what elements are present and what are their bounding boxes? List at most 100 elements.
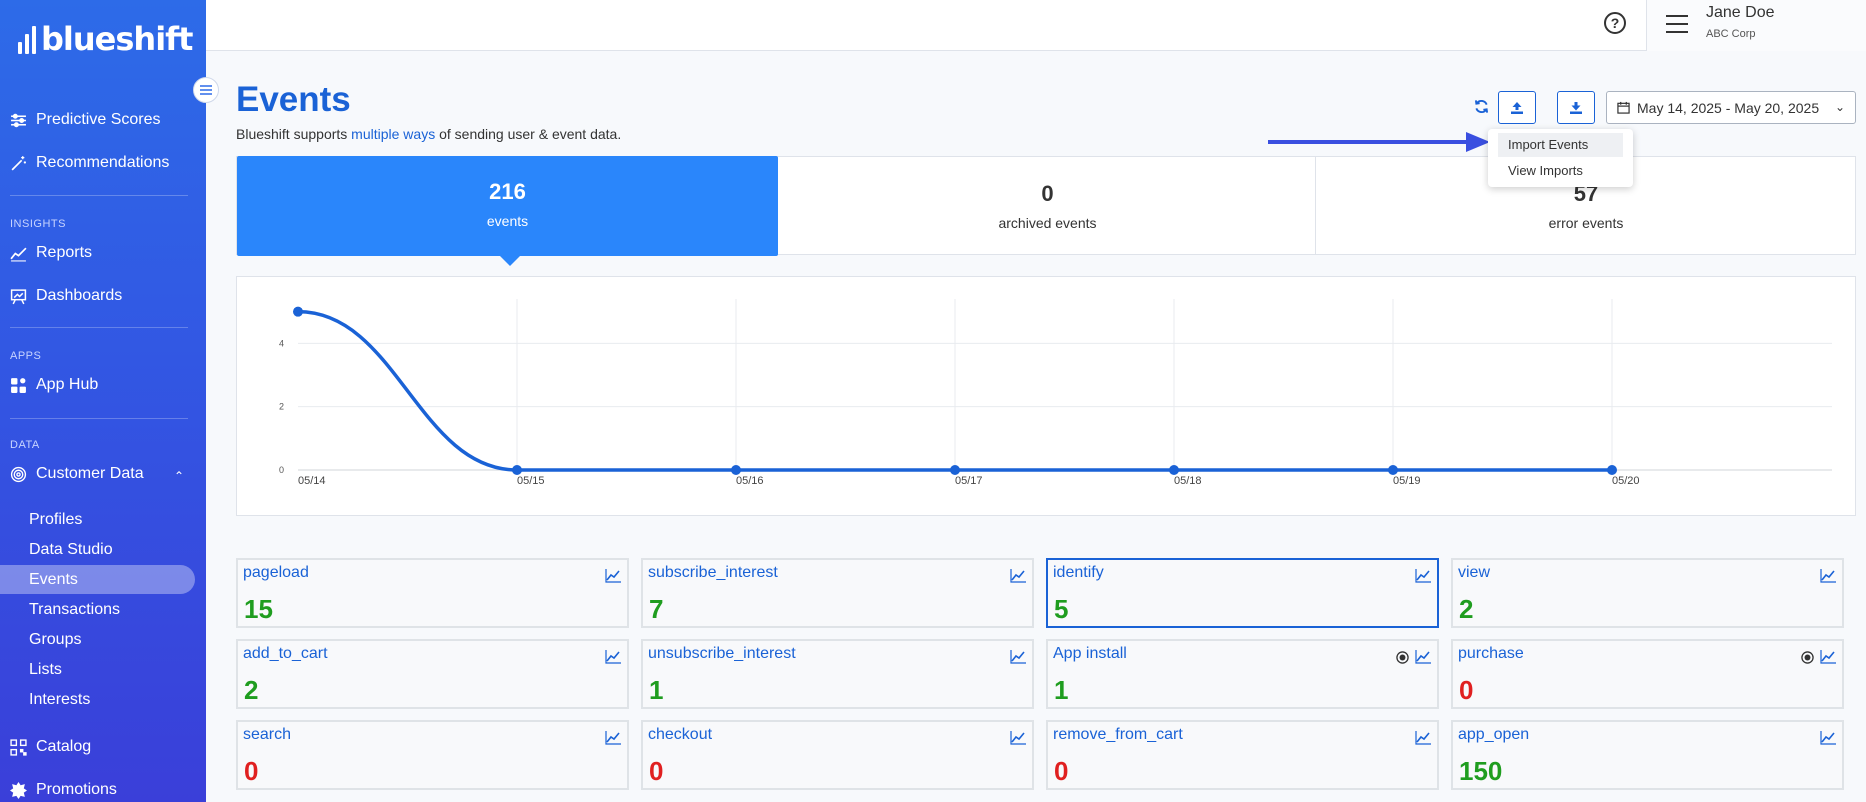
date-range-text: May 14, 2025 - May 20, 2025 xyxy=(1637,99,1820,116)
target-icon[interactable] xyxy=(1801,651,1814,669)
event-count: 2 xyxy=(244,675,259,705)
trend-chart-icon[interactable] xyxy=(1010,650,1026,664)
trend-chart-icon[interactable] xyxy=(605,650,621,664)
section-label-apps: APPS xyxy=(10,350,42,362)
upload-dropdown-menu: Import Events View Imports xyxy=(1488,129,1633,187)
event-name[interactable]: view xyxy=(1458,564,1490,582)
event-card[interactable]: identify 5 xyxy=(1046,558,1439,628)
event-card[interactable]: add_to_cart 2 xyxy=(236,639,629,709)
page-title: Events xyxy=(236,80,351,119)
event-count: 0 xyxy=(649,756,664,786)
event-name[interactable]: App install xyxy=(1053,645,1127,663)
trend-chart-icon[interactable] xyxy=(1010,569,1026,583)
blueshift-logo[interactable]: blueshift xyxy=(18,20,193,58)
trend-chart-icon[interactable] xyxy=(1415,569,1431,583)
page-description: Blueshift supports multiple ways of send… xyxy=(236,126,621,142)
sidebar-item-events[interactable]: Events xyxy=(0,565,195,594)
event-name[interactable]: pageload xyxy=(243,564,309,582)
menu-item-view-imports[interactable]: View Imports xyxy=(1498,159,1623,183)
stat-events[interactable]: 216 events xyxy=(237,156,778,256)
help-icon[interactable]: ? xyxy=(1604,12,1626,34)
divider xyxy=(1315,156,1316,255)
trend-chart-icon[interactable] xyxy=(1820,731,1836,745)
event-count: 15 xyxy=(244,594,273,624)
multiple-ways-link[interactable]: multiple ways xyxy=(351,126,435,142)
event-name[interactable]: checkout xyxy=(648,726,712,744)
sidebar-item-catalog[interactable]: Catalog xyxy=(10,738,91,756)
hamburger-menu-icon[interactable] xyxy=(1666,15,1688,39)
trend-chart-icon[interactable] xyxy=(1820,569,1836,583)
trend-chart-icon[interactable] xyxy=(1415,731,1431,745)
refresh-icon[interactable] xyxy=(1474,99,1489,114)
x-tick-label: 05/19 xyxy=(1393,475,1421,487)
sidebar-item-app-hub[interactable]: App Hub xyxy=(10,376,98,394)
sidebar-item-reports[interactable]: Reports xyxy=(10,244,92,262)
divider xyxy=(10,195,188,196)
sidebar-item-predictive-scores[interactable]: Predictive Scores xyxy=(10,111,161,129)
sidebar-item-recommendations[interactable]: Recommendations xyxy=(10,154,169,172)
stat-archived-events[interactable]: 0 archived events xyxy=(778,157,1317,256)
description-text: Blueshift supports xyxy=(236,126,352,142)
menu-item-import-events[interactable]: Import Events xyxy=(1498,133,1623,157)
event-card[interactable]: view 2 xyxy=(1451,558,1844,628)
active-stat-pointer xyxy=(499,255,521,266)
event-count: 0 xyxy=(1459,675,1474,705)
chevron-down-icon: ⌄ xyxy=(1834,100,1845,114)
event-card[interactable]: checkout 0 xyxy=(641,720,1034,790)
event-card[interactable]: purchase 0 xyxy=(1451,639,1844,709)
target-icon[interactable] xyxy=(1396,651,1409,669)
trend-chart-icon[interactable] xyxy=(605,731,621,745)
upload-button[interactable] xyxy=(1498,91,1536,124)
sidebar-item-customer-data[interactable]: Customer Data xyxy=(10,465,144,483)
event-card[interactable]: unsubscribe_interest 1 xyxy=(641,639,1034,709)
sidebar-item-data-studio[interactable]: Data Studio xyxy=(18,535,195,564)
event-count: 0 xyxy=(1054,756,1069,786)
app-grid-icon xyxy=(11,377,26,393)
section-label-insights: INSIGHTS xyxy=(10,218,66,230)
presentation-board-icon xyxy=(10,288,27,304)
event-card[interactable]: subscribe_interest 7 xyxy=(641,558,1034,628)
event-card[interactable]: search 0 xyxy=(236,720,629,790)
event-name[interactable]: add_to_cart xyxy=(243,645,328,663)
event-card[interactable]: App install 1 xyxy=(1046,639,1439,709)
sidebar-item-lists[interactable]: Lists xyxy=(18,655,195,684)
event-card[interactable]: remove_from_cart 0 xyxy=(1046,720,1439,790)
stat-value: 216 xyxy=(489,179,526,204)
event-count: 2 xyxy=(1459,594,1474,624)
sidebar-item-dashboards[interactable]: Dashboards xyxy=(10,287,122,305)
event-card[interactable]: app_open 150 xyxy=(1451,720,1844,790)
qr-code-icon xyxy=(10,738,27,756)
trend-chart-icon[interactable] xyxy=(605,569,621,583)
sidebar-item-interests[interactable]: Interests xyxy=(18,685,195,714)
event-name[interactable]: subscribe_interest xyxy=(648,564,778,582)
trend-chart-icon[interactable] xyxy=(1415,650,1431,664)
download-button[interactable] xyxy=(1557,91,1595,124)
sidebar-item-groups[interactable]: Groups xyxy=(18,625,195,654)
sidebar-item-promotions[interactable]: Promotions xyxy=(10,781,117,799)
trend-chart-icon[interactable] xyxy=(1010,731,1026,745)
y-tick-label: 2 xyxy=(279,402,284,412)
sidebar-item-transactions[interactable]: Transactions xyxy=(18,595,195,624)
chevron-up-icon[interactable]: ⌃ xyxy=(174,469,184,483)
sidebar-item-profiles[interactable]: Profiles xyxy=(18,505,195,534)
trend-chart-icon[interactable] xyxy=(1820,650,1836,664)
event-name[interactable]: unsubscribe_interest xyxy=(648,645,796,663)
events-chart: 0 2 4 05/14 05/15 05/16 05/17 05/18 05/19 05/20 xyxy=(236,276,1856,516)
event-name[interactable]: search xyxy=(243,726,291,744)
x-tick-label: 05/20 xyxy=(1612,475,1640,487)
badge-icon xyxy=(10,781,27,799)
data-point xyxy=(1607,465,1617,475)
sidebar-item-label: Reports xyxy=(36,244,93,261)
event-card[interactable]: pageload 15 xyxy=(236,558,629,628)
sidebar-collapse-button[interactable] xyxy=(193,77,219,103)
data-point xyxy=(293,306,303,317)
event-name[interactable]: identify xyxy=(1053,564,1104,582)
event-name[interactable]: remove_from_cart xyxy=(1053,726,1183,744)
event-count: 1 xyxy=(1054,675,1069,705)
sidebar-item-label: Customer Data xyxy=(36,465,144,482)
date-range-picker[interactable]: May 14, 2025 - May 20, 2025 ⌄ xyxy=(1606,91,1856,124)
event-name[interactable]: purchase xyxy=(1458,645,1524,663)
event-name[interactable]: app_open xyxy=(1458,726,1529,744)
logo-text: blueshift xyxy=(41,20,193,58)
fingerprint-icon xyxy=(10,466,27,482)
